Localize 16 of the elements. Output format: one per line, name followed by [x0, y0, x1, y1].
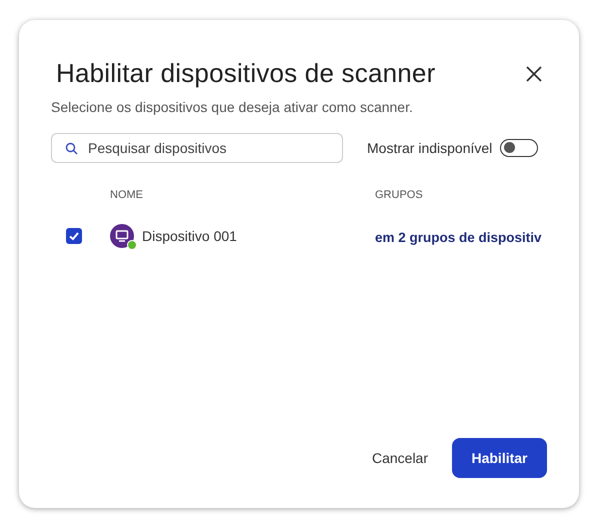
- dialog-subtitle: Selecione os dispositivos que deseja ativar como scanner.: [51, 99, 414, 115]
- dialog-title: Habilitar dispositivos de scanner: [56, 58, 436, 89]
- enable-button[interactable]: Habilitar: [452, 438, 547, 478]
- monitor-icon: [115, 229, 129, 243]
- column-header: NOME: [110, 189, 144, 201]
- toggle-label: Mostrar indisponível: [367, 140, 492, 156]
- groups-link[interactable]: em 2 grupos de dispositiv: [375, 230, 542, 244]
- toggle-switch[interactable]: [500, 139, 538, 157]
- search-icon: [65, 142, 78, 155]
- device-name: Dispositivo 001: [142, 228, 237, 244]
- check-icon: [68, 230, 80, 242]
- close-icon[interactable]: [525, 64, 543, 82]
- cancel-button[interactable]: Cancelar: [372, 442, 428, 474]
- search-field[interactable]: Pesquisar dispositivos: [51, 133, 343, 163]
- row-checkbox[interactable]: [66, 228, 82, 244]
- column-header: GRUPOS: [375, 189, 424, 201]
